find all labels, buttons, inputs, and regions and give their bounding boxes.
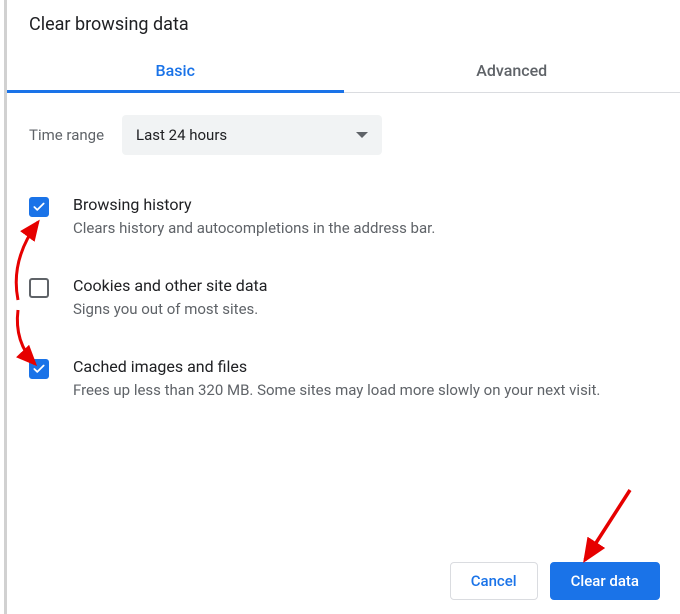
option-text: Browsing history Clears history and auto…: [73, 195, 435, 240]
option-title: Cached images and files: [73, 357, 600, 376]
tabs: Basic Advanced: [7, 49, 680, 93]
clear-data-button-label: Clear data: [571, 572, 639, 590]
timerange-select[interactable]: Last 24 hours: [122, 115, 382, 155]
option-cached: Cached images and files Frees up less th…: [29, 343, 658, 424]
options-list: Browsing history Clears history and auto…: [7, 165, 680, 423]
tab-advanced-label: Advanced: [476, 61, 547, 80]
option-desc: Clears history and autocompletions in th…: [73, 218, 435, 240]
timerange-label: Time range: [29, 126, 104, 144]
chevron-down-icon: [356, 132, 368, 138]
cancel-button-label: Cancel: [471, 572, 517, 590]
checkbox-cached[interactable]: [29, 359, 49, 379]
option-text: Cached images and files Frees up less th…: [73, 357, 600, 402]
check-icon: [32, 200, 46, 214]
tab-basic[interactable]: Basic: [7, 49, 344, 92]
option-text: Cookies and other site data Signs you ou…: [73, 276, 267, 321]
tab-advanced[interactable]: Advanced: [344, 49, 680, 92]
cancel-button[interactable]: Cancel: [450, 562, 538, 600]
clear-data-button[interactable]: Clear data: [550, 562, 660, 600]
checkbox-cookies[interactable]: [29, 278, 49, 298]
check-icon: [32, 362, 46, 376]
clear-browsing-data-dialog: Clear browsing data Basic Advanced Time …: [4, 0, 680, 614]
timerange-value: Last 24 hours: [136, 126, 227, 144]
timerange-row: Time range Last 24 hours: [7, 93, 680, 165]
option-title: Cookies and other site data: [73, 276, 267, 295]
option-cookies: Cookies and other site data Signs you ou…: [29, 262, 658, 343]
dialog-title: Clear browsing data: [7, 0, 680, 43]
option-desc: Signs you out of most sites.: [73, 299, 267, 321]
option-browsing-history: Browsing history Clears history and auto…: [29, 181, 658, 262]
checkbox-browsing-history[interactable]: [29, 197, 49, 217]
tab-basic-label: Basic: [156, 61, 195, 80]
option-desc: Frees up less than 320 MB. Some sites ma…: [73, 380, 600, 402]
option-title: Browsing history: [73, 195, 435, 214]
dialog-footer: Cancel Clear data: [450, 562, 660, 600]
